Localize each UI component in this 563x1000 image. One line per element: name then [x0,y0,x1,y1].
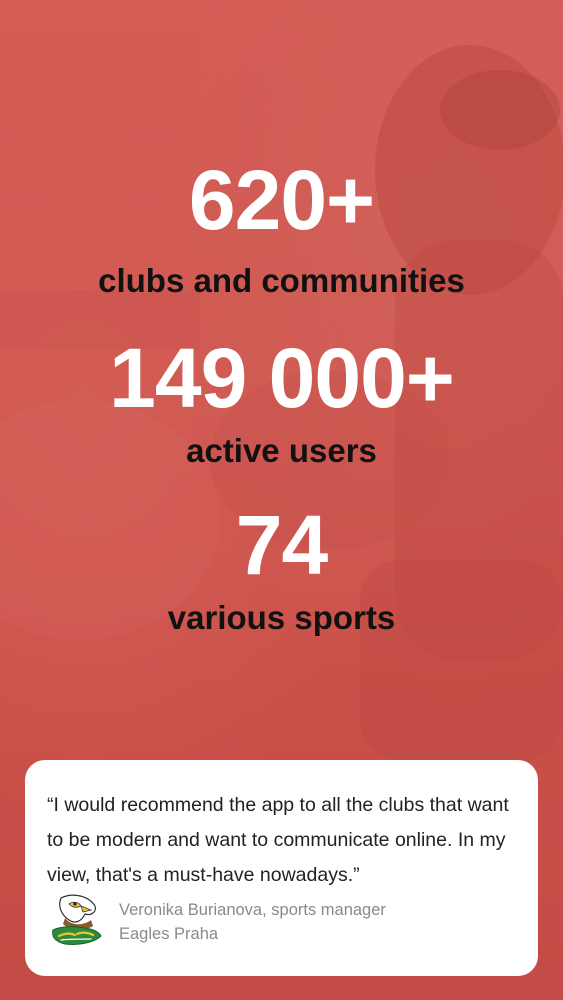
testimonial-author: Veronika Burianova, sports manager Eagle… [51,892,386,952]
stat-sports: 74 various sports [0,503,563,634]
stat-users: 149 000+ active users [0,336,563,467]
eagles-logo-icon [52,894,102,945]
stat-value: 620+ [188,153,375,247]
author-name: Veronika Burianova, sports manager [119,901,386,919]
stat-label: clubs and communities [98,262,465,299]
stat-label: active users [186,432,377,469]
stat-label: various sports [167,599,396,636]
stat-value: 149 000+ [109,331,455,425]
testimonial-card: “I would recommend the app to all the cl… [25,760,538,976]
testimonial-quote: “I would recommend the app to all the cl… [47,794,509,886]
screen: 620+ clubs and communities 149 000+ acti… [0,0,563,1000]
stat-clubs: 620+ clubs and communities [0,158,563,297]
author-club: Eagles Praha [119,925,219,943]
stat-value: 74 [235,498,328,592]
